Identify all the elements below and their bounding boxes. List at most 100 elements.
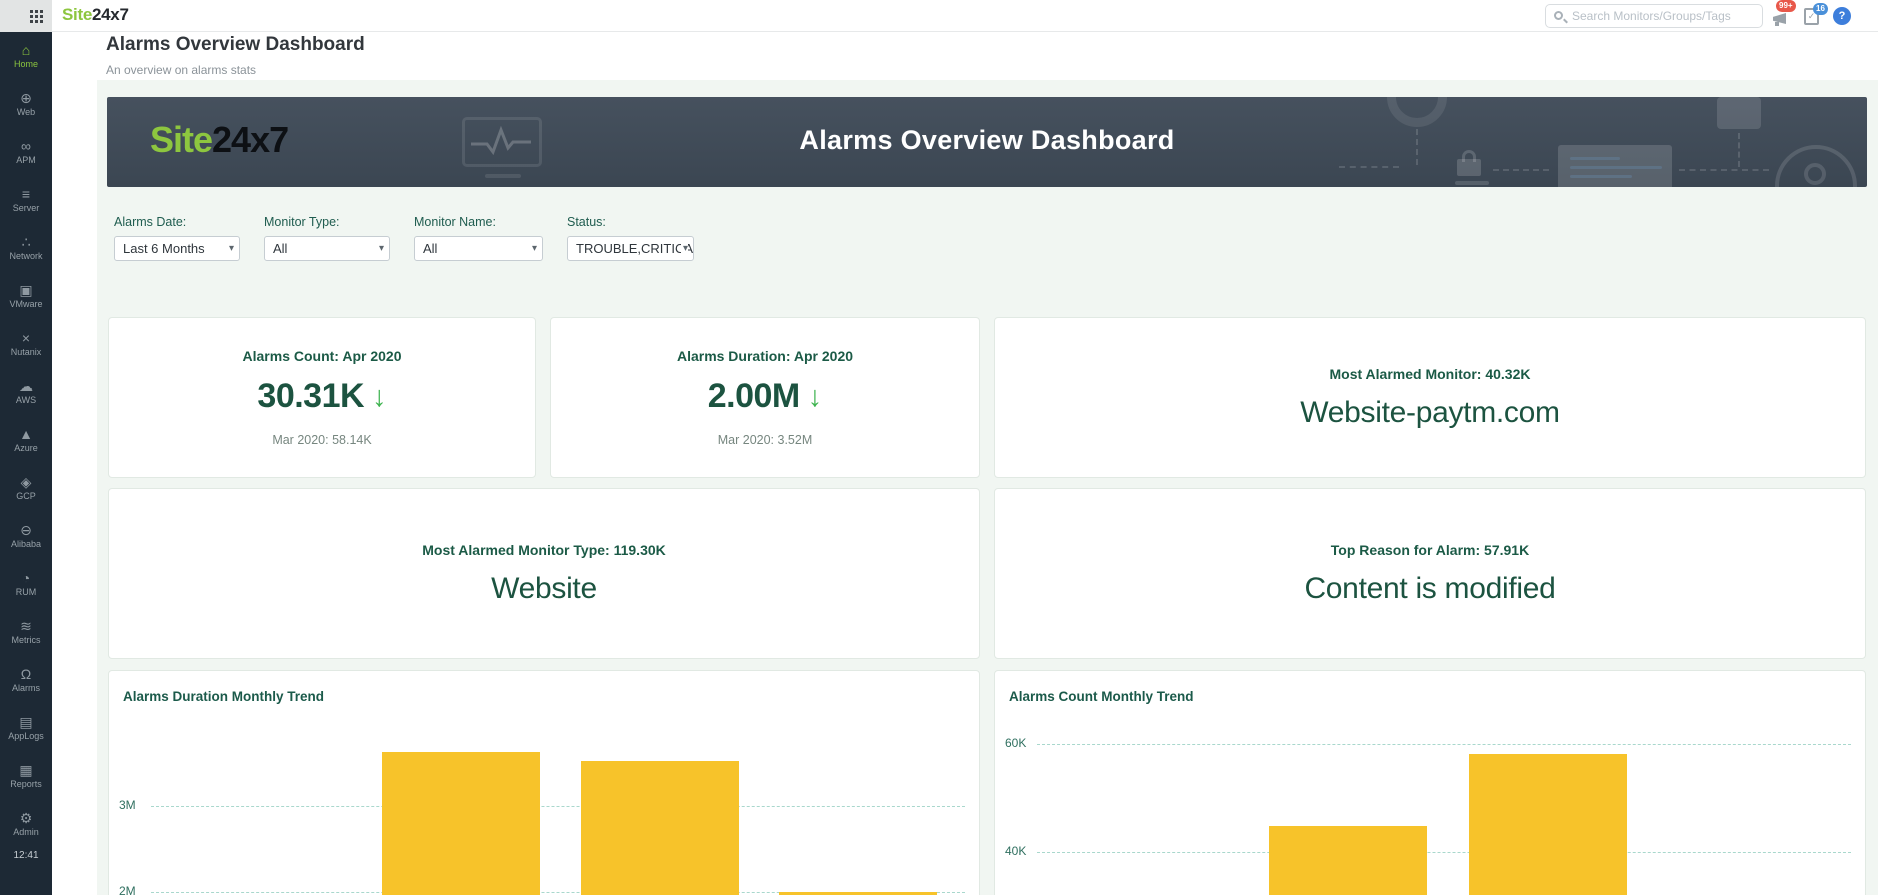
card-footnote: Mar 2020: 58.14K [272,433,371,447]
trend-down-icon: ↓ [808,382,823,412]
card-value: 2.00M [708,377,800,416]
filter-label: Monitor Name: [414,215,543,229]
sidebar-item-label: Home [14,59,38,69]
card-top-reason: Top Reason for Alarm: 57.91K Content is … [994,488,1866,659]
reports-icon: ▦ [19,763,32,778]
filter: Monitor Name: All▾ [414,215,543,261]
chevron-down-icon: ▾ [681,243,688,254]
filter-bar: Alarms Date:Last 6 Months▾Monitor Type:A… [114,215,694,261]
server-icon: ≡ [22,187,30,202]
sidebar-item-label: Metrics [12,635,41,645]
filter: Status: TROUBLE,CRITICAL▾ [567,215,694,261]
filter: Monitor Type: All ▾ [264,215,390,261]
card-footnote: Mar 2020: 3.52M [718,433,813,447]
sidebar-item-network[interactable]: ∴Network [0,224,52,272]
alibaba-icon: ⊖ [20,523,32,538]
gridline [1037,852,1851,853]
card-title: Top Reason for Alarm: 57.91K [1331,542,1529,558]
sidebar-item-label: Azure [14,443,38,453]
sidebar-item-admin[interactable]: ⚙Admin [0,800,52,848]
sidebar-item-vmware[interactable]: ▣VMware [0,272,52,320]
y-axis-label: 3M [119,798,136,812]
chevron-down-icon: ▾ [377,243,384,254]
sidebar-item-label: Admin [13,827,39,837]
sidebar-item-label: Reports [10,779,42,789]
rum-icon: ◔ [22,571,30,586]
card-value: 30.31K [257,377,364,416]
home-icon: ⌂ [22,43,30,58]
card-most-alarmed-monitor: Most Alarmed Monitor: 40.32K Website-pay… [994,317,1866,478]
filter-label: Alarms Date: [114,215,240,229]
chart-alarms-count-trend: Alarms Count Monthly Trend 60K 40K [994,670,1866,895]
question-mark-icon: ? [1839,10,1846,22]
sidebar-item-gcp[interactable]: ◈GCP [0,464,52,512]
sidebar-item-reports[interactable]: ▦Reports [0,752,52,800]
y-axis-label: 60K [1005,736,1026,750]
sidebar-item-home[interactable]: ⌂Home [0,32,52,80]
sidebar-item-server[interactable]: ≡Server [0,176,52,224]
sidebar-item-rum[interactable]: ◔RUM [0,560,52,608]
trend-down-icon: ↓ [372,382,387,412]
bar-mar-2020 [1469,754,1627,895]
card-title: Alarms Count: Apr 2020 [243,348,402,364]
sidebar-item-aws[interactable]: ☁AWS [0,368,52,416]
tasks-button[interactable]: 16 ✓ [1804,8,1819,25]
card-title: Most Alarmed Monitor Type: 119.30K [422,542,666,558]
filter-selected-value: Last 6 Months [123,241,205,256]
search-input[interactable] [1572,9,1752,23]
sidebar-item-label: APM [16,155,36,165]
chart-title: Alarms Duration Monthly Trend [123,689,324,704]
sidebar-item-label: Network [9,251,42,261]
filter-select[interactable]: All ▾ [264,236,390,261]
filter-label: Monitor Type: [264,215,390,229]
filter: Alarms Date: Last 6 Months▾ [114,215,240,261]
admin-icon: ⚙ [20,811,33,826]
filter-label: Status: [567,215,694,229]
chart-alarms-duration-trend: Alarms Duration Monthly Trend 3M2M [108,670,980,895]
help-button[interactable]: ? [1833,7,1851,25]
card-value: Website [491,572,597,606]
sidebar-item-label: Nutanix [11,347,42,357]
chart-title: Alarms Count Monthly Trend [1009,689,1194,704]
sidebar-item-alarms[interactable]: ΩAlarms [0,656,52,704]
ring-decoration [1387,97,1447,127]
global-search[interactable] [1545,4,1763,28]
sidebar-item-applogs[interactable]: ▤AppLogs [0,704,52,752]
gridline [151,806,965,807]
sidebar-item-label: RUM [16,587,37,597]
y-axis-label: 40K [1005,844,1026,858]
announcements-badge: 99+ [1776,0,1796,12]
sidebar-item-label: VMware [9,299,42,309]
sidebar-item-label: AppLogs [8,731,44,741]
metrics-icon: ≋ [20,619,32,634]
chevron-down-icon: ▾ [530,243,537,254]
app-launcher-button[interactable] [0,0,52,32]
sidebar-item-label: GCP [16,491,36,501]
sidebar-item-apm[interactable]: ∞APM [0,128,52,176]
sidebar-item-web[interactable]: ⊕Web [0,80,52,128]
sidebar-item-label: Server [13,203,40,213]
announcements-button[interactable]: 99+ [1772,7,1790,25]
nutanix-icon: × [22,331,30,346]
card-alarms-duration: Alarms Duration: Apr 2020 2.00M ↓ Mar 20… [550,317,980,478]
filter-select[interactable]: All▾ [414,236,543,261]
sidebar-item-metrics[interactable]: ≋Metrics [0,608,52,656]
filter-select[interactable]: TROUBLE,CRITICAL▾ [567,236,694,261]
gridline [1037,744,1851,745]
site24x7-logo: Site24x7 [62,5,129,25]
card-alarms-count: Alarms Count: Apr 2020 30.31K ↓ Mar 2020… [108,317,536,478]
applogs-icon: ▤ [19,715,32,730]
filter-select[interactable]: Last 6 Months▾ [114,236,240,261]
sidebar-item-alibaba[interactable]: ⊖Alibaba [0,512,52,560]
sidebar-item-nutanix[interactable]: ×Nutanix [0,320,52,368]
sidebar-item-azure[interactable]: ▲Azure [0,416,52,464]
filter-selected-value: All [273,241,287,256]
node-decoration [1717,97,1761,129]
report-card-decoration [1558,145,1672,187]
page-subtitle: An overview on alarms stats [106,63,256,77]
card-value: Website-paytm.com [1300,396,1559,430]
app-grid-icon [30,10,33,13]
card-value: Content is modified [1304,572,1555,606]
gcp-icon: ◈ [21,475,32,490]
bar-mar-2020 [581,761,739,895]
